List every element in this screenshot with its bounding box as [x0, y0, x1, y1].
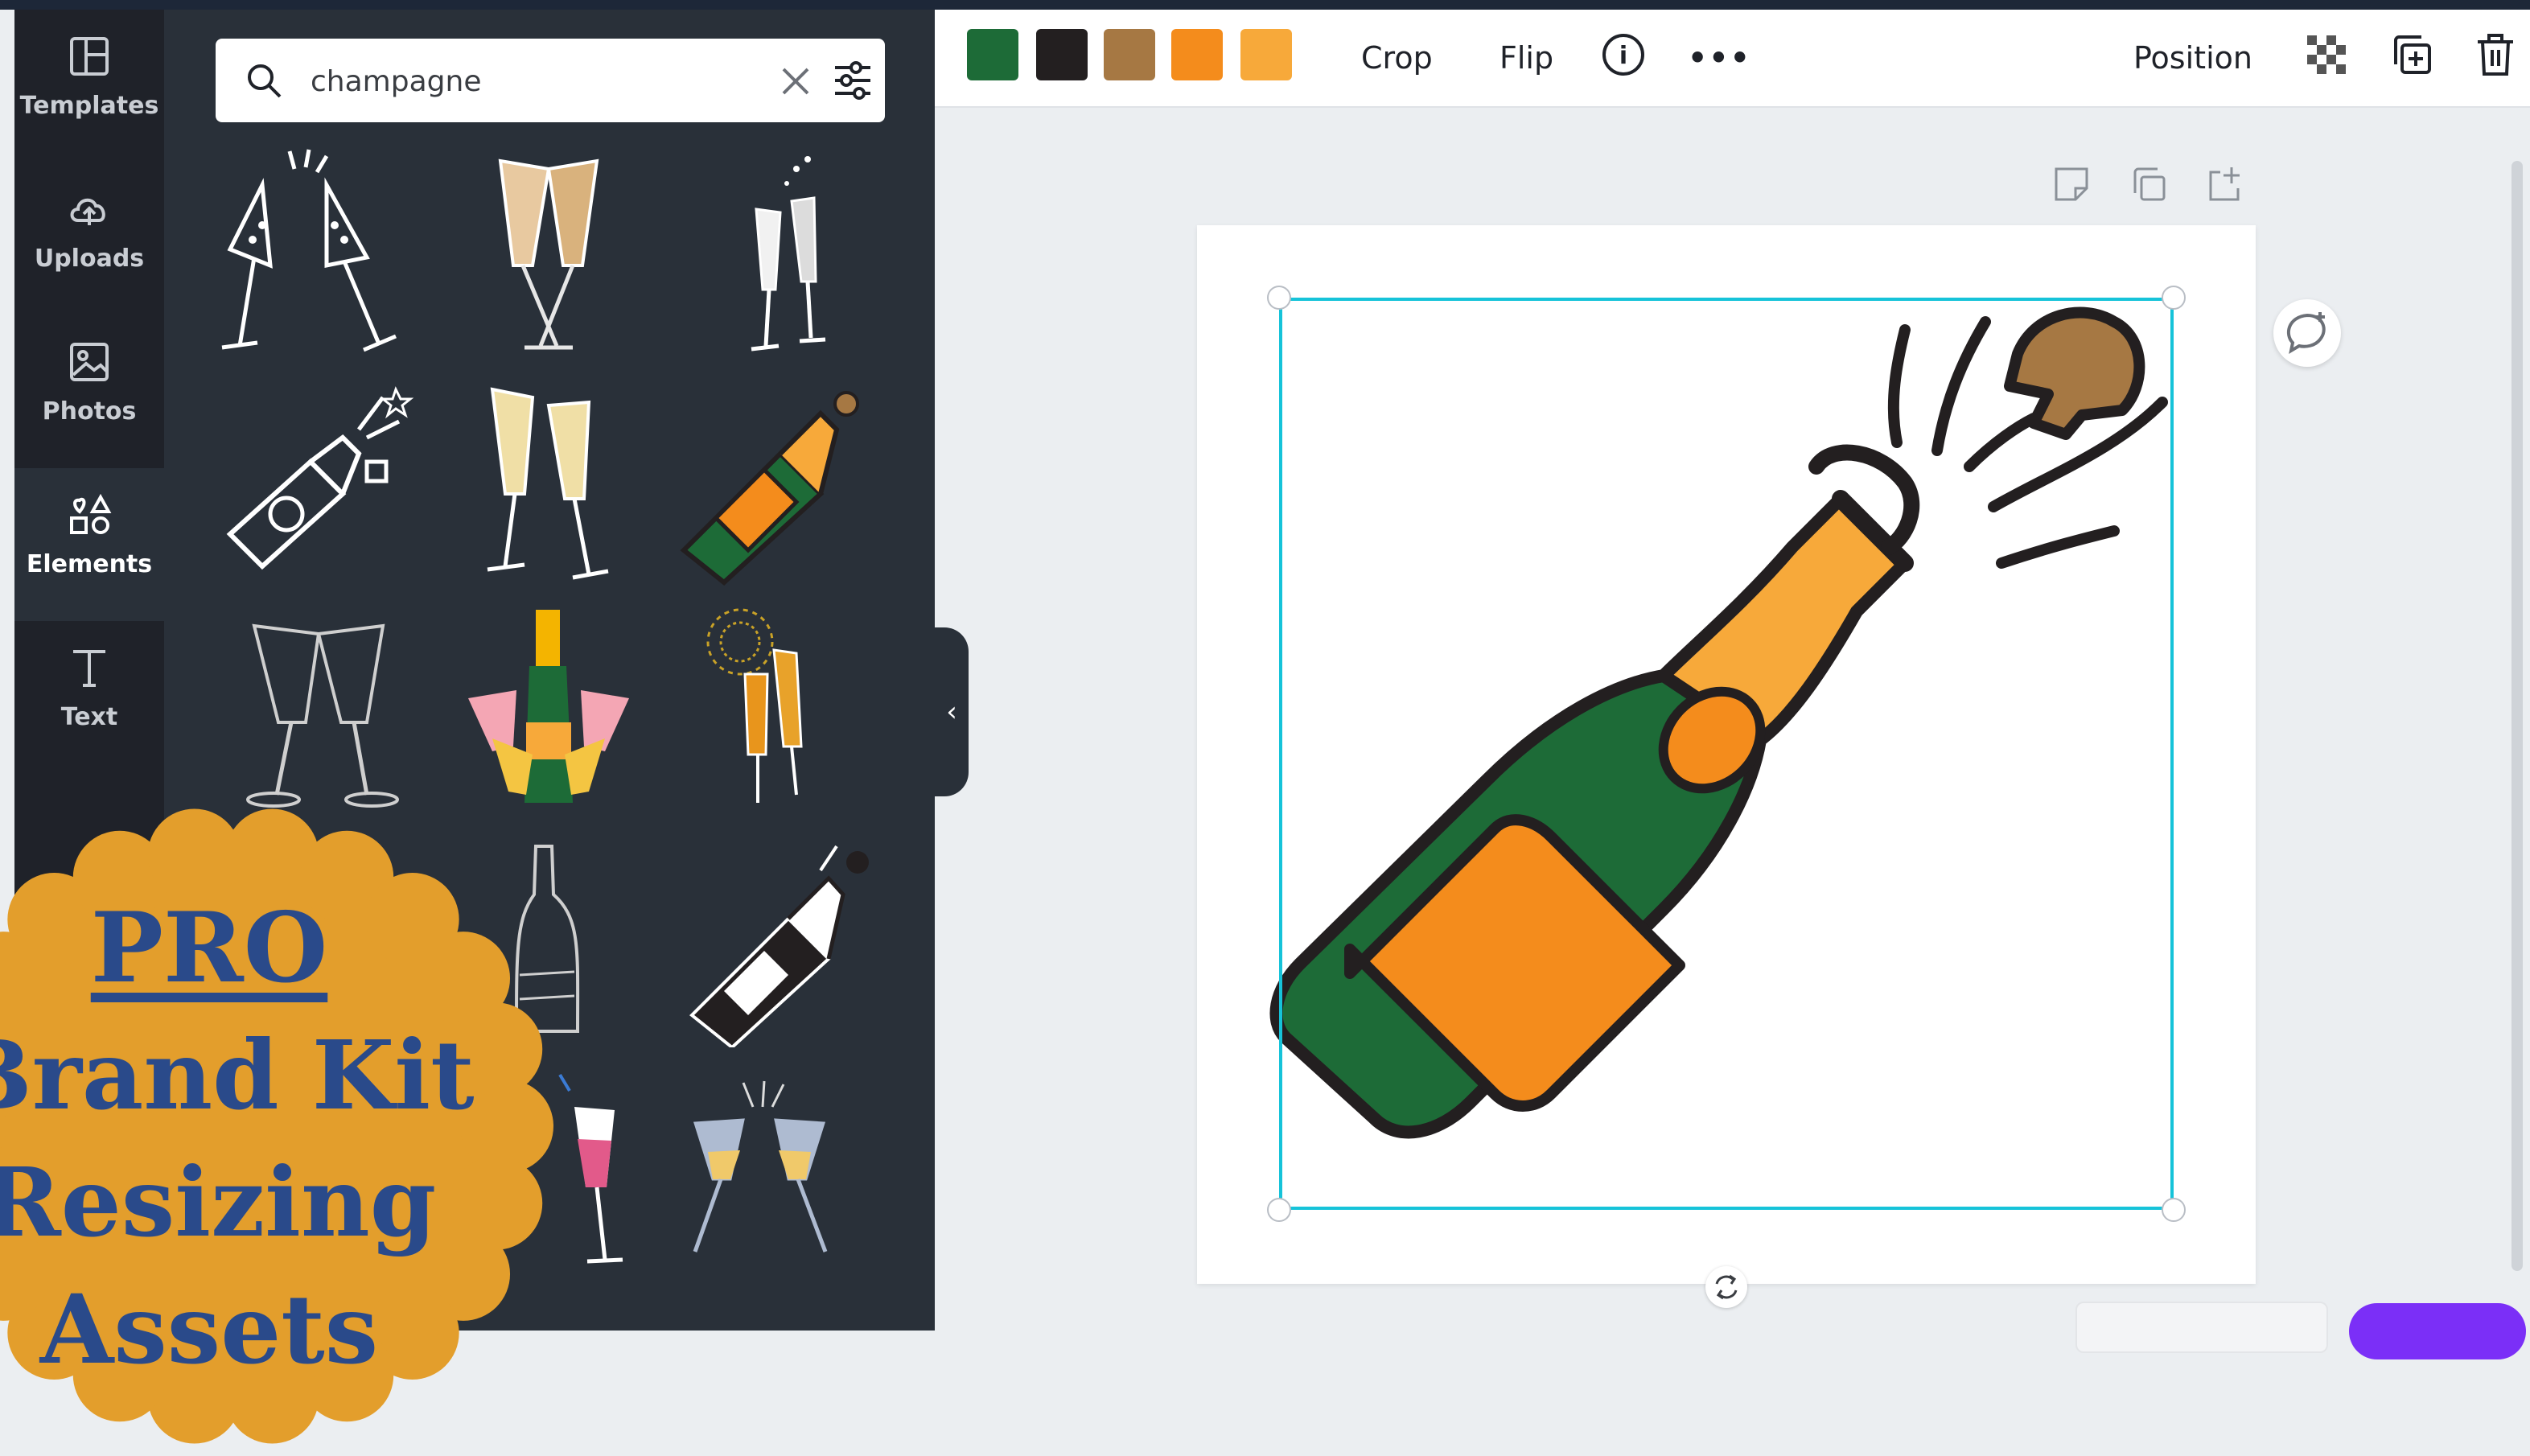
- photo-icon: [70, 343, 109, 381]
- upload-cloud-icon: [70, 198, 105, 225]
- info-icon: i: [1602, 34, 1644, 76]
- rail-item-text[interactable]: Text: [14, 621, 164, 774]
- color-swatch-light-orange[interactable]: [1240, 29, 1292, 80]
- add-note-icon[interactable]: [2051, 164, 2092, 204]
- context-toolbar: Crop Flip i ••• Position: [935, 10, 2530, 108]
- templates-icon: [70, 37, 109, 76]
- rail-item-elements[interactable]: Elements: [14, 468, 164, 621]
- resize-handle-top-right[interactable]: [2162, 286, 2186, 310]
- resize-handle-bottom-right[interactable]: [2162, 1198, 2186, 1222]
- rail-item-label: Templates: [19, 92, 159, 120]
- comment-plus-icon: [2286, 312, 2326, 355]
- green-bottle-icon: [680, 391, 859, 586]
- trash-icon: [2478, 34, 2513, 76]
- top-accent-bar: [0, 0, 2530, 10]
- element-bottle-pop-outline[interactable]: [206, 373, 431, 590]
- bottle-glasses-icon: [468, 610, 629, 803]
- rail-item-label: Text: [60, 703, 118, 731]
- rail-item-photos[interactable]: Photos: [14, 315, 164, 468]
- rotate-button[interactable]: [1705, 1266, 1747, 1308]
- search-box: [216, 39, 885, 122]
- element-glasses-toast-gold[interactable]: [436, 145, 661, 362]
- position-button[interactable]: Position: [2133, 34, 2252, 82]
- element-glasses-champagne[interactable]: [436, 373, 661, 590]
- transparency-checker-icon: [2307, 35, 2346, 74]
- gold-glasses-icon: [498, 158, 599, 350]
- fireworks-glasses-icon: [706, 608, 803, 803]
- add-comment-button[interactable]: [2273, 299, 2341, 367]
- element-glasses-toast-outline[interactable]: [206, 145, 431, 362]
- champagne-glasses-icon: [487, 387, 609, 580]
- color-swatch-green[interactable]: [967, 29, 1018, 80]
- element-bottle-with-glasses[interactable]: [436, 602, 661, 819]
- element-bottle-green-small[interactable]: [668, 373, 893, 590]
- glasses-toast-icon: [221, 149, 397, 352]
- text-t-icon: [73, 650, 105, 687]
- element-fireworks-glasses[interactable]: [668, 602, 893, 819]
- editor-app: Templates Uploads Photos Elements Text c…: [0, 0, 2530, 1444]
- zoom-control[interactable]: [2075, 1302, 2328, 1353]
- resize-handle-top-left[interactable]: [1267, 286, 1291, 310]
- element-glasses-sketch[interactable]: [206, 602, 431, 819]
- filter-sliders-icon[interactable]: [832, 61, 874, 100]
- more-options-button[interactable]: •••: [1688, 34, 1751, 82]
- duplicate-icon: [2394, 35, 2431, 74]
- element-bottle-black[interactable]: [668, 830, 893, 1050]
- clear-search-icon[interactable]: [779, 64, 812, 98]
- color-swatch-orange[interactable]: [1171, 29, 1223, 80]
- bottle-pop-icon: [226, 386, 414, 570]
- selection-frame[interactable]: [1279, 298, 2174, 1210]
- badge-line-3: Resizing: [0, 1146, 437, 1258]
- badge-line-4: Assets: [39, 1273, 379, 1385]
- help-button[interactable]: [2349, 1303, 2526, 1359]
- crop-button[interactable]: Crop: [1361, 34, 1433, 82]
- promo-badge-text: PRO Brand Kit Resizing Assets: [0, 885, 475, 1393]
- shapes-icon: [70, 493, 112, 534]
- info-glyph: i: [1619, 42, 1627, 70]
- badge-line-1: PRO: [90, 891, 328, 1005]
- flip-button[interactable]: Flip: [1499, 34, 1553, 82]
- rail-item-uploads[interactable]: Uploads: [14, 162, 164, 315]
- info-button[interactable]: i: [1599, 31, 1648, 79]
- search-icon: [248, 64, 282, 98]
- add-page-icon[interactable]: [2204, 164, 2244, 204]
- rail-item-label: Elements: [26, 550, 153, 578]
- duplicate-page-icon[interactable]: [2129, 164, 2169, 204]
- rail-item-templates[interactable]: Templates: [14, 10, 164, 162]
- sketch-glasses-icon: [246, 623, 399, 808]
- rail-item-label: Photos: [42, 397, 137, 426]
- search-input[interactable]: [309, 56, 763, 106]
- collapse-panel-button[interactable]: ‹: [935, 627, 969, 796]
- resize-handle-bottom-left[interactable]: [1267, 1198, 1291, 1222]
- color-swatch-black[interactable]: [1036, 29, 1088, 80]
- delete-button[interactable]: [2471, 31, 2520, 79]
- rail-item-label: Uploads: [34, 245, 145, 273]
- white-glasses-icon: [751, 156, 826, 352]
- rotate-icon: [1715, 1274, 1738, 1300]
- color-swatch-brown[interactable]: [1104, 29, 1155, 80]
- duplicate-button[interactable]: [2388, 31, 2436, 79]
- transparency-button[interactable]: [2302, 31, 2351, 79]
- canvas-scrollbar[interactable]: [2511, 161, 2523, 1271]
- black-bottle-icon: [689, 845, 869, 1050]
- element-glasses-white[interactable]: [668, 145, 893, 362]
- badge-line-2: Brand Kit: [0, 1019, 475, 1131]
